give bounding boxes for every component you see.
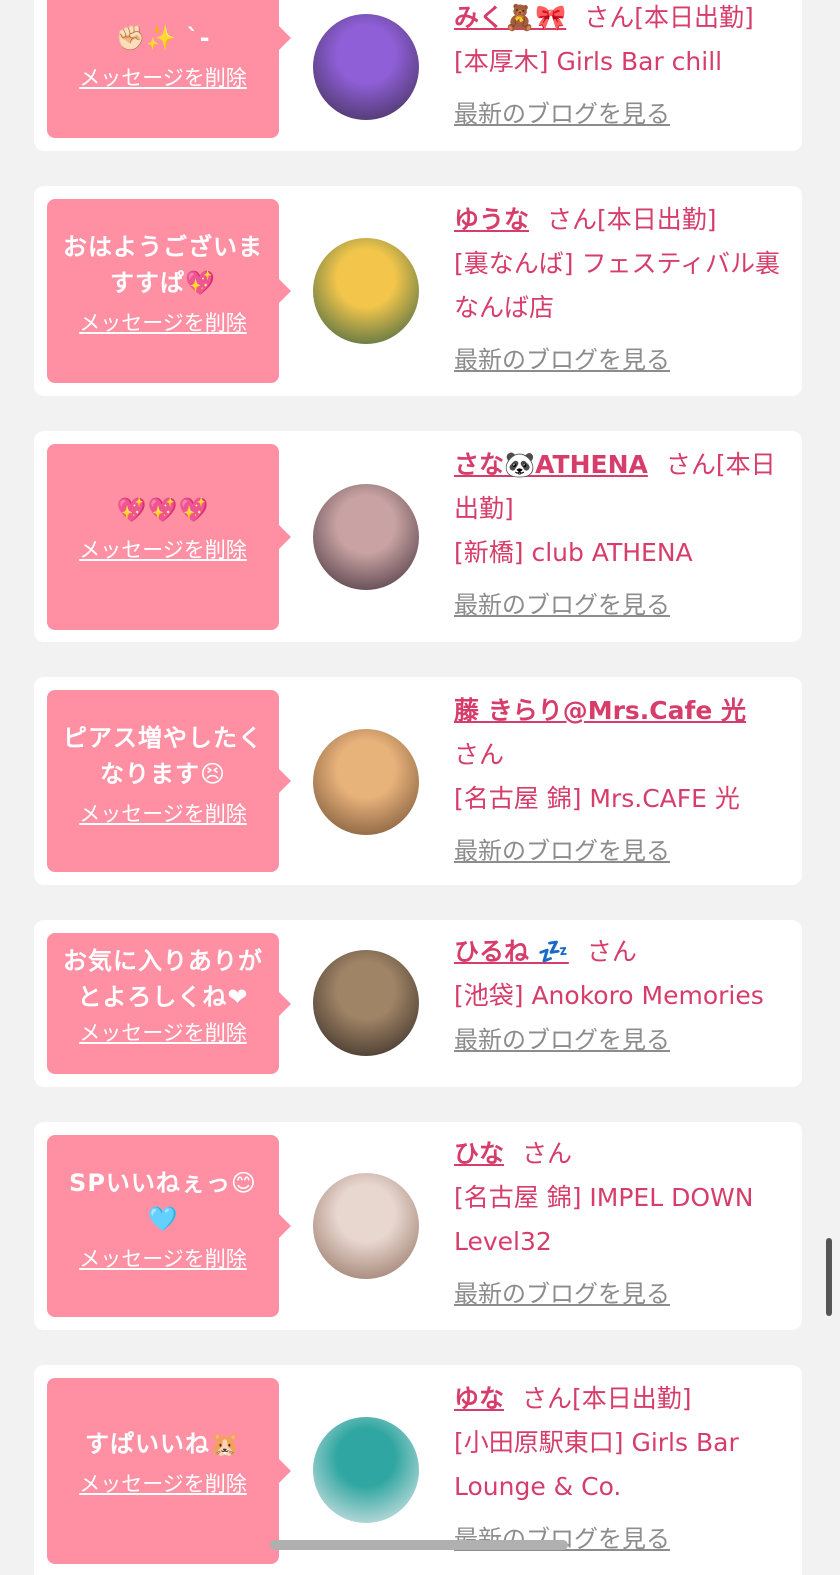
cast-name-link[interactable]: ひるね 💤 [454,937,569,966]
shop-label: [裏なんば] フェスティバル裏なんば店 [454,249,780,322]
avatar[interactable] [313,729,419,835]
message-card: SPいいねぇっ😊🩵 メッセージを削除 ひな さん [名古屋 錦] IMPEL DO… [34,1122,802,1330]
san-label: さん [584,3,635,32]
latest-blog-link[interactable]: 最新のブログを見る [454,1517,670,1561]
message-bubble: SPいいねぇっ😊🩵 メッセージを削除 [47,1135,291,1317]
delete-message-link[interactable]: メッセージを削除 [79,1019,247,1047]
message-card: おはようございますすぱ💖 メッセージを削除 ゆうな さん[本日出勤] [裏なんば]… [34,186,802,396]
status-label: [本日出勤] [597,205,717,234]
message-card: 💖💖💖 メッセージを削除 さな🐼ATHENA さん[本日出勤] [新橋] club… [34,431,802,642]
san-label: さん [522,1139,573,1168]
cast-name-link[interactable]: みく🧸🎀 [454,3,566,32]
scrollbar-thumb[interactable] [826,1238,832,1316]
avatar[interactable] [313,14,419,120]
avatar[interactable] [313,238,419,344]
cast-info: みく🧸🎀 さん[本日出勤] [本厚木] Girls Bar chill 最新のブロ… [454,0,794,136]
shop-label: [池袋] Anokoro Memories [454,981,764,1010]
message-text: おはようございますすぱ💖 [63,233,263,297]
message-text: すぱいいね🐹 [85,1430,241,1458]
message-text: SPいいねぇっ😊🩵 [69,1169,257,1233]
cast-name-link[interactable]: 藤 きらり@Mrs.Cafe 光 [454,696,746,725]
delete-message-link[interactable]: メッセージを削除 [79,800,247,828]
message-text: 💖💖💖 [116,496,210,524]
delete-message-link[interactable]: メッセージを削除 [79,1470,247,1498]
message-bubble: お気に入りありがとよろしくね❤ メッセージを削除 [47,933,291,1074]
status-label: [本日出勤] [634,3,754,32]
latest-blog-link[interactable]: 最新のブログを見る [454,829,670,873]
shop-label: [名古屋 錦] Mrs.CAFE 光 [454,784,740,813]
cast-info: ゆな さん[本日出勤] [小田原駅東口] Girls Bar Lounge & C… [454,1377,794,1561]
delete-message-link[interactable]: メッセージを削除 [79,309,247,337]
cast-name-link[interactable]: さな🐼ATHENA [454,450,648,479]
message-card: お気に入りありがとよろしくね❤ メッセージを削除 ひるね 💤 さん [池袋] An… [34,920,802,1087]
message-card: ✊🏻✨ `- メッセージを削除 みく🧸🎀 さん[本日出勤] [本厚木] Girls… [34,0,802,151]
cast-name-link[interactable]: ゆな [454,1384,504,1413]
message-text: お気に入りありがとよろしくね❤ [63,947,263,1011]
delete-message-link[interactable]: メッセージを削除 [79,1245,247,1273]
message-card: ピアス増やしたくなります😣 メッセージを削除 藤 きらり@Mrs.Cafe 光 … [34,677,802,885]
message-bubble: おはようございますすぱ💖 メッセージを削除 [47,199,291,383]
san-label: さん [586,937,637,966]
latest-blog-link[interactable]: 最新のブログを見る [454,92,670,136]
favorites-screen: ✊🏻✨ `- メッセージを削除 みく🧸🎀 さん[本日出勤] [本厚木] Girls… [0,0,840,1575]
shop-label: [新橋] club ATHENA [454,538,693,567]
cast-info: ひるね 💤 さん [池袋] Anokoro Memories 最新のブログを見る [454,930,794,1062]
delete-message-link[interactable]: メッセージを削除 [79,64,247,92]
cast-info: さな🐼ATHENA さん[本日出勤] [新橋] club ATHENA 最新のブロ… [454,443,794,627]
latest-blog-link[interactable]: 最新のブログを見る [454,338,670,382]
cast-name-link[interactable]: ゆうな [454,205,529,234]
delete-message-link[interactable]: メッセージを削除 [79,536,247,564]
avatar[interactable] [313,1173,419,1279]
san-label: さん [454,740,505,769]
latest-blog-link[interactable]: 最新のブログを見る [454,1272,670,1316]
message-bubble: ピアス増やしたくなります😣 メッセージを削除 [47,690,291,872]
message-bubble: 💖💖💖 メッセージを削除 [47,444,291,630]
latest-blog-link[interactable]: 最新のブログを見る [454,583,670,627]
cast-info: ひな さん [名古屋 錦] IMPEL DOWN Level32 最新のブログを見… [454,1132,794,1316]
message-text: ✊🏻✨ `- [115,24,211,52]
message-bubble: すぱいいね🐹 メッセージを削除 [47,1378,291,1564]
shop-label: [本厚木] Girls Bar chill [454,47,723,76]
shop-label: [名古屋 錦] IMPEL DOWN Level32 [454,1183,754,1256]
avatar[interactable] [313,484,419,590]
status-label: [本日出勤] [572,1384,692,1413]
shop-label: [小田原駅東口] Girls Bar Lounge & Co. [454,1428,739,1501]
message-text: ピアス増やしたくなります😣 [63,724,263,788]
san-label: さん [547,205,598,234]
message-bubble: ✊🏻✨ `- メッセージを削除 [47,0,291,138]
cast-name-link[interactable]: ひな [454,1139,504,1168]
latest-blog-link[interactable]: 最新のブログを見る [454,1018,670,1062]
home-indicator[interactable] [270,1540,568,1550]
san-label: さん [522,1384,573,1413]
san-label: さん [665,450,716,479]
avatar[interactable] [313,1417,419,1523]
avatar[interactable] [313,950,419,1056]
cast-info: ゆうな さん[本日出勤] [裏なんば] フェスティバル裏なんば店 最新のブログを見… [454,198,794,382]
cast-info: 藤 きらり@Mrs.Cafe 光 さん [名古屋 錦] Mrs.CAFE 光 最… [454,689,794,873]
